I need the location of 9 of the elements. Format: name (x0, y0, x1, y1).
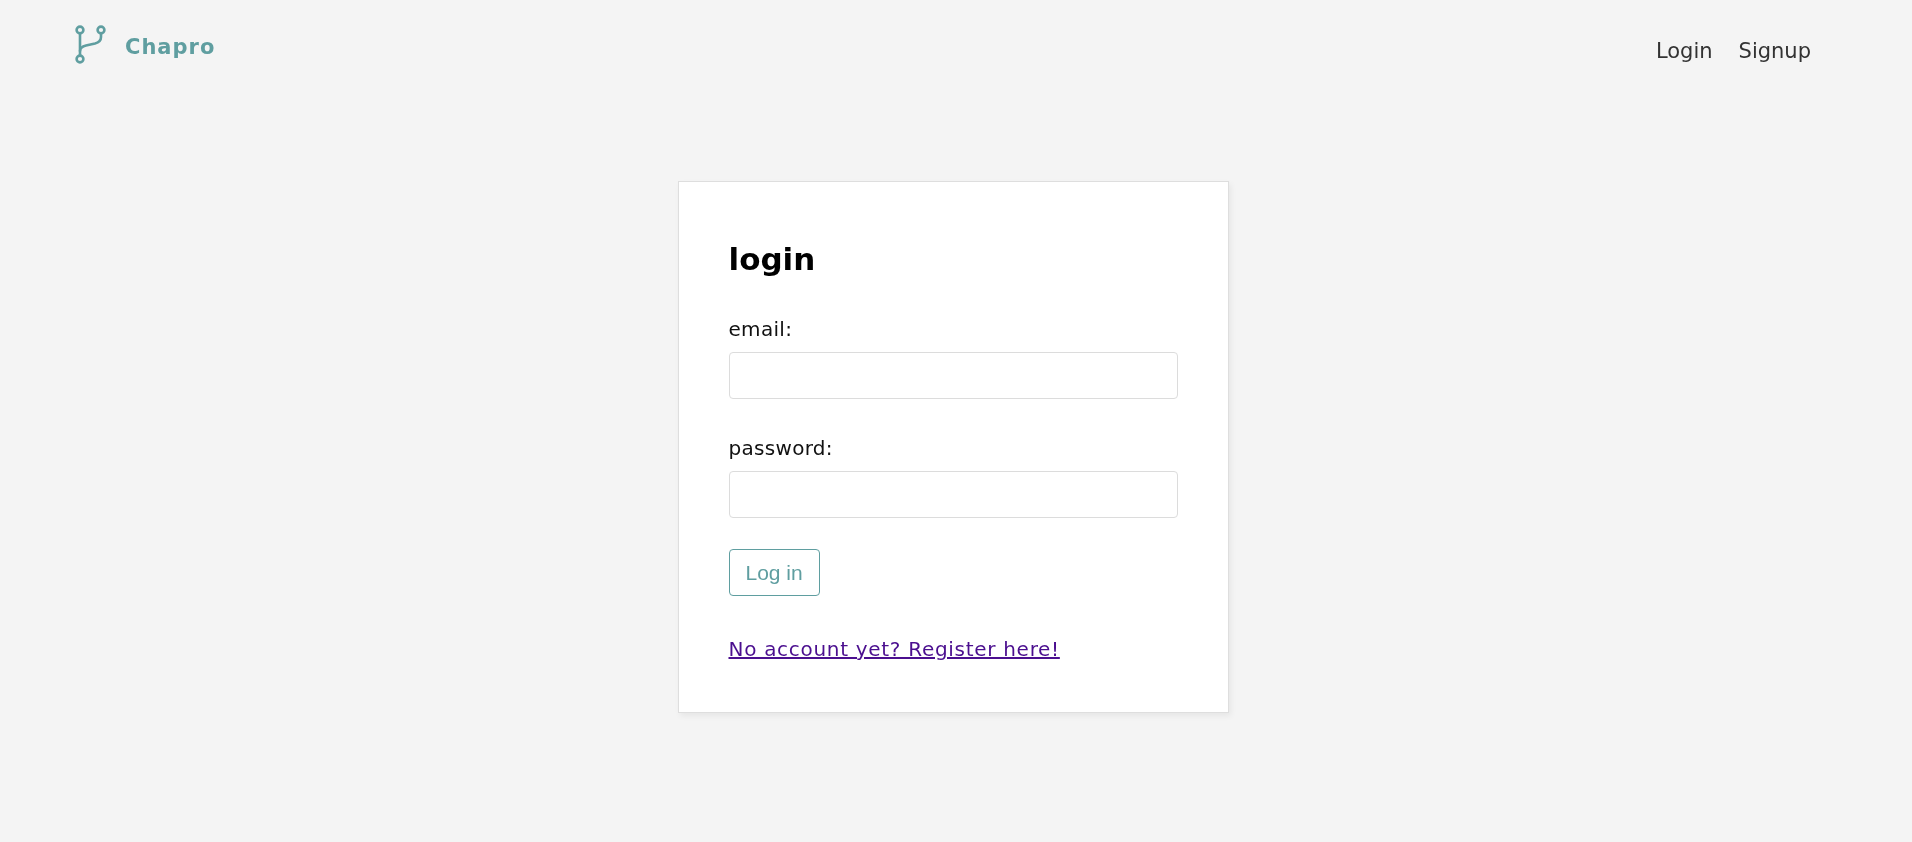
nav-link[interactable]: Login (1655, 39, 1713, 63)
input-field[interactable] (728, 471, 1178, 518)
field-label: password: (728, 436, 833, 460)
form-title: login (728, 240, 817, 278)
branch-icon[interactable] (75, 25, 107, 64)
field-label: email: (728, 317, 793, 341)
input-field[interactable] (728, 352, 1178, 399)
nav-link[interactable]: Signup (1738, 39, 1811, 63)
register-link[interactable]: No account yet? Register here! (728, 637, 1060, 661)
